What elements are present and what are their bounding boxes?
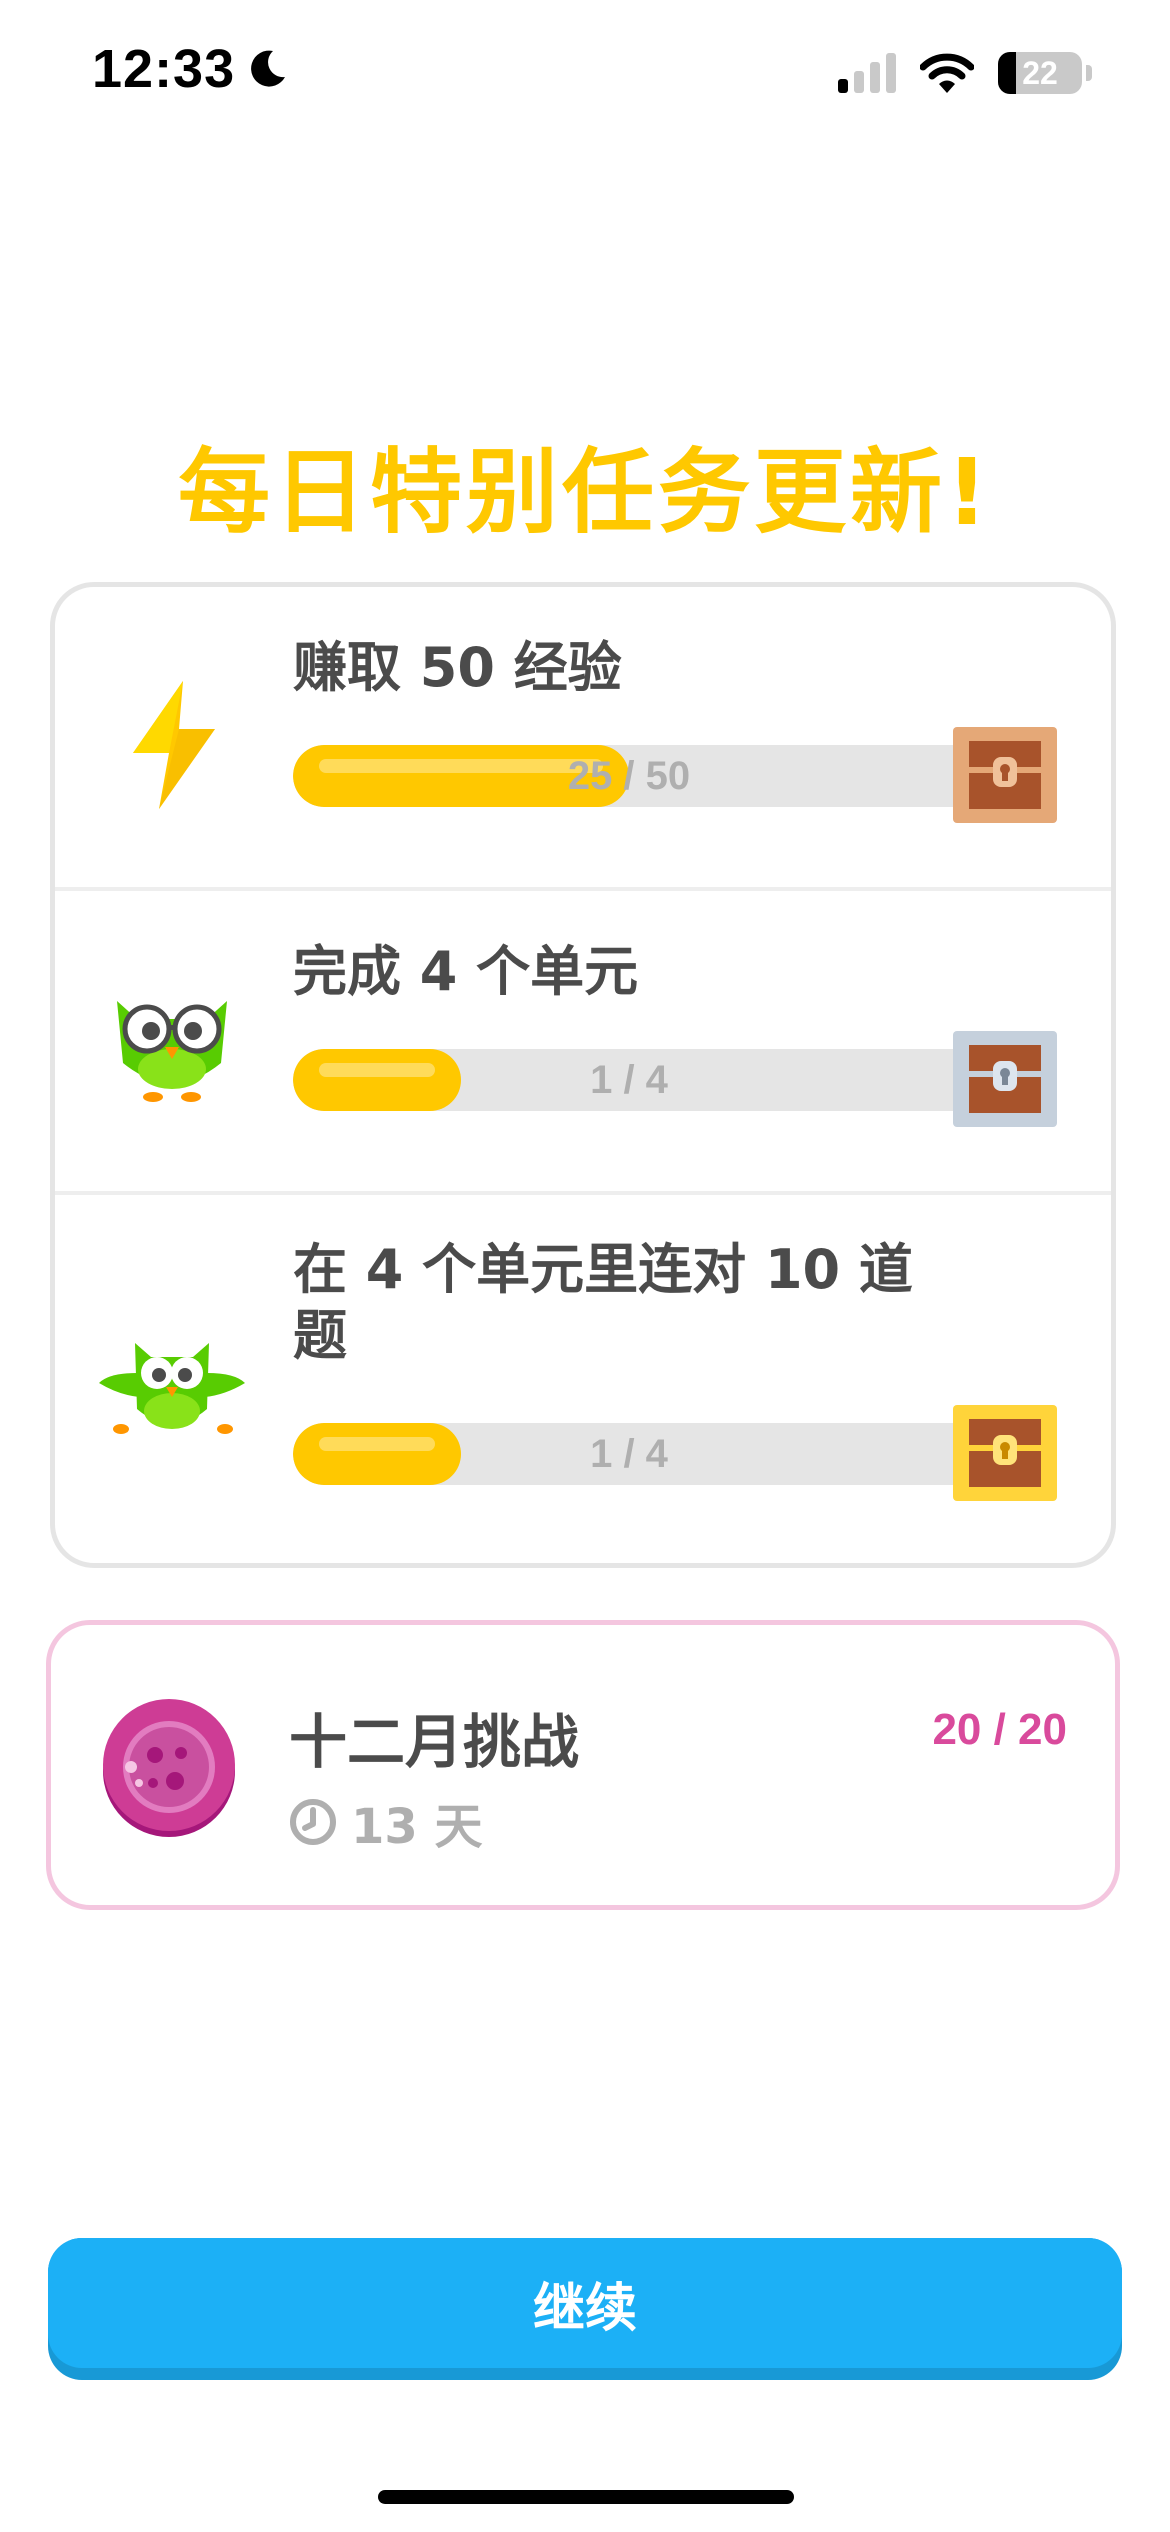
cellular-signal-icon	[838, 53, 896, 93]
quest-row: 在 4 个单元里连对 10 道题 1 / 4	[55, 1195, 1111, 1569]
quest-progress-text: 1 / 4	[590, 1432, 668, 1476]
timer-icon	[290, 1799, 336, 1845]
quest-title: 赚取 50 经验	[293, 636, 622, 699]
battery-indicator: 22	[998, 52, 1082, 94]
battery-nub	[1086, 65, 1092, 81]
quest-title: 在 4 个单元里连对 10 道题	[293, 1238, 913, 1367]
monthly-challenge-card[interactable]: 十二月挑战 13 天 20 / 20	[46, 1620, 1120, 1910]
status-time: 12:33	[92, 38, 289, 100]
daily-quests-card: 赚取 50 经验 25 / 50 完成 4 个单元 1 / 4 在 4 个单元里…	[50, 582, 1116, 1568]
quest-progress-bar: 1 / 4	[293, 1049, 965, 1111]
quest-row: 完成 4 个单元 1 / 4	[55, 891, 1111, 1195]
continue-button[interactable]: 继续	[48, 2238, 1122, 2368]
challenge-time-remaining: 13 天	[289, 1787, 483, 1857]
quest-row: 赚取 50 经验 25 / 50	[55, 587, 1111, 891]
home-indicator[interactable]	[378, 2490, 794, 2504]
challenge-progress-count: 20 / 20	[932, 1705, 1067, 1754]
bronze-chest-icon	[953, 727, 1057, 823]
status-indicators: 22	[838, 52, 1092, 94]
quest-title: 完成 4 个单元	[293, 940, 639, 1003]
page-title: 每日特别任务更新!	[178, 439, 992, 546]
lightning-bolt-icon	[133, 681, 215, 809]
gold-chest-icon	[953, 1405, 1057, 1501]
moon-icon	[251, 50, 286, 87]
quest-progress-text: 1 / 4	[590, 1058, 668, 1102]
challenge-title: 十二月挑战	[289, 1708, 580, 1776]
owl-flying-icon	[99, 1343, 245, 1434]
quest-progress-bar: 1 / 4	[293, 1423, 965, 1485]
silver-chest-icon	[953, 1031, 1057, 1127]
quest-progress-bar: 25 / 50	[293, 745, 965, 807]
quest-progress-text: 25 / 50	[567, 754, 691, 798]
monthly-badge-icon	[103, 1699, 235, 1837]
wifi-icon	[920, 53, 974, 93]
owl-with-glasses-icon	[117, 1001, 227, 1102]
